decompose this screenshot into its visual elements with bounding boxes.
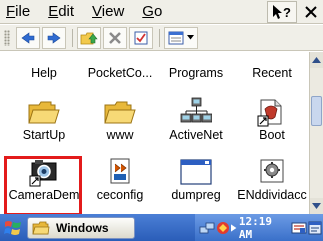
menu-view-accel: V [92,3,102,20]
menu-go-accel: G [142,3,154,20]
chevron-up-icon [312,57,321,63]
file-item-label: Boot [259,128,285,142]
delete-button[interactable] [103,26,127,49]
menu-edit[interactable]: Edit [42,3,74,20]
toolbar-grip[interactable] [4,29,10,46]
file-item-startup[interactable]: StartUp [6,96,82,143]
folder-icon [32,221,50,234]
delete-icon [109,31,121,44]
toolbar-separator [72,28,73,47]
app-icon [255,96,289,128]
menu-file[interactable]: File [0,3,30,20]
network-tray-button[interactable] [199,219,215,237]
forward-arrow-icon [47,31,61,44]
folder-icon [103,96,137,128]
file-item-label: Help [31,66,57,80]
menu-go[interactable]: Go [136,3,162,20]
file-list-view[interactable]: Help PocketCo... Programs Recent StartUp… [0,52,310,216]
file-item-www[interactable]: www [82,96,158,143]
menu-file-accel: F [6,3,16,20]
file-item-label: PocketCo... [87,66,153,80]
view-menu-icon [168,31,184,44]
show-desktop-icon [308,221,322,234]
help-question-icon: ? [273,4,291,20]
menu-go-label: o [153,3,163,20]
scroll-thumb[interactable] [311,96,322,126]
file-item-enddividacc[interactable]: ENddividacc [234,156,310,203]
scroll-up-button[interactable] [310,52,323,68]
help-button[interactable]: ? [267,0,297,23]
taskbar-window-button[interactable]: Windows [27,216,135,239]
keyboard-icon [291,222,307,233]
activesync-icon [217,221,230,234]
file-item-label: ENddividacc [237,188,307,202]
selection-highlight [4,156,82,216]
file-item-ceconfig[interactable]: ceconfig [82,156,158,203]
properties-button[interactable] [129,26,153,49]
menu-edit-accel: E [48,3,59,20]
menu-file-label: ile [15,3,31,20]
file-item-boot[interactable]: Boot [234,96,310,143]
up-folder-button[interactable] [77,26,101,49]
file-item-programs[interactable]: Programs [158,66,234,81]
file-item-label: Programs [168,66,224,80]
network-icon [179,96,213,128]
tray-arrow-icon [231,223,237,232]
svg-text:?: ? [283,5,291,20]
file-item-label: StartUp [22,128,66,142]
menu-view-label: iew [101,3,125,20]
document-icon [103,156,137,188]
properties-icon [134,31,148,44]
file-item-recent[interactable]: Recent [234,66,310,81]
back-button[interactable] [16,26,40,49]
taskbar-window-label: Windows [56,220,109,235]
file-item-pocketco[interactable]: PocketCo... [82,66,158,81]
vertical-scrollbar[interactable] [309,52,323,214]
view-menu-button[interactable] [164,26,198,49]
file-item-label: ActiveNet [169,128,223,142]
file-item-label: www [106,128,134,142]
file-item-label: dumpreg [171,188,221,202]
desktop-button[interactable] [307,219,323,237]
toolbar-separator-2 [159,28,160,47]
file-item-dumpreg[interactable]: dumpreg [158,156,234,203]
chevron-down-icon [312,203,321,209]
input-panel-button[interactable] [291,219,307,237]
gear-app-icon [255,156,289,188]
forward-button[interactable] [42,26,66,49]
system-tray: 12:19 AM [195,214,323,241]
folder-icon [27,96,61,128]
sync-tray-button[interactable] [215,219,231,237]
menu-view[interactable]: View [86,3,124,20]
file-item-label: Recent [252,66,292,80]
clock[interactable]: 12:19 AM [239,215,287,241]
menu-bar: File Edit View Go ? [0,0,323,24]
toolbar [0,25,323,51]
close-icon [305,5,317,18]
close-button[interactable] [299,1,323,23]
scroll-down-button[interactable] [310,198,323,214]
file-item-help[interactable]: Help [6,66,82,81]
start-button[interactable] [3,216,23,240]
up-folder-icon [80,32,98,44]
network-connection-icon [199,222,215,233]
window-icon [179,156,213,188]
file-item-activenet[interactable]: ActiveNet [158,96,234,143]
back-arrow-icon [21,31,35,44]
windows-logo-icon [4,220,21,235]
taskbar: Windows 12:19 AM [0,214,323,241]
menu-edit-label: dit [58,3,75,20]
chevron-down-icon [186,35,194,40]
file-item-label: ceconfig [96,188,144,202]
